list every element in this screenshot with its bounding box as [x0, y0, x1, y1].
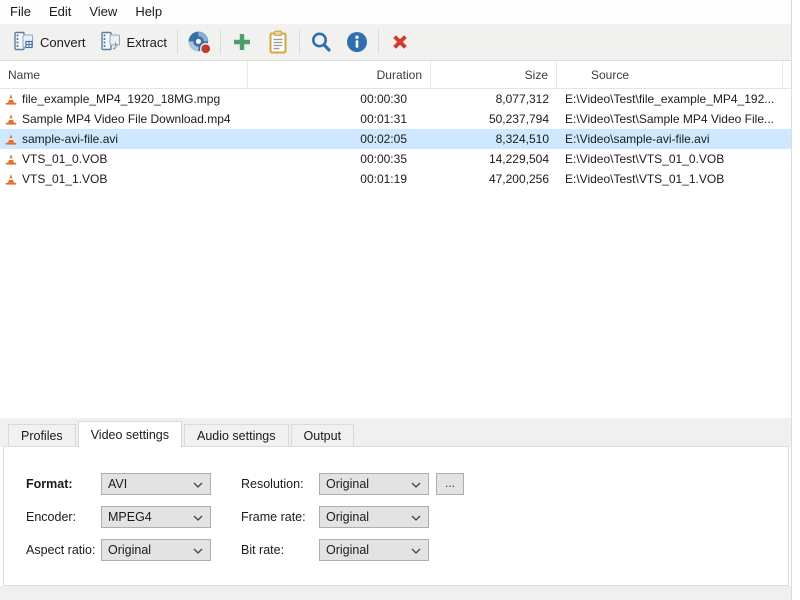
toolbar-separator [299, 30, 300, 54]
file-source: E:\Video\Test\Sample MP4 Video File... [565, 112, 774, 126]
tab-profiles[interactable]: Profiles [8, 424, 76, 447]
settings-tab-bar: Profiles Video settings Audio settings O… [0, 418, 791, 448]
menu-bar: File Edit View Help [0, 0, 791, 24]
file-name: Sample MP4 Video File Download.mp4 [22, 112, 231, 126]
extract-button[interactable]: ♪ Extract [93, 26, 174, 59]
tab-output[interactable]: Output [290, 424, 355, 447]
search-icon[interactable] [303, 27, 339, 57]
format-label: Format: [26, 477, 73, 491]
vlc-cone-icon [5, 133, 17, 146]
chevron-down-icon [193, 477, 203, 491]
menu-help[interactable]: Help [126, 0, 171, 24]
table-row[interactable]: VTS_01_0.VOB 00:00:35 14,229,504 E:\Vide… [0, 149, 791, 169]
frame-rate-select[interactable]: Original [319, 506, 429, 528]
resolution-label: Resolution: [241, 477, 304, 491]
file-duration: 00:01:31 [360, 112, 407, 126]
file-duration: 00:02:05 [360, 132, 407, 146]
remove-icon[interactable] [382, 27, 418, 57]
toolbar: Convert ♪ Extract [0, 24, 791, 61]
chevron-down-icon [411, 510, 421, 524]
file-size: 14,229,504 [488, 152, 549, 166]
paste-icon[interactable] [260, 27, 296, 57]
vlc-cone-icon [5, 153, 17, 166]
column-header-size[interactable]: Size [431, 61, 557, 88]
table-row[interactable]: file_example_MP4_1920_18MG.mpg 00:00:30 … [0, 89, 791, 109]
bit-rate-label: Bit rate: [241, 543, 285, 557]
aspect-ratio-label: Aspect ratio: [26, 543, 96, 557]
film-extract-icon: ♪ [100, 30, 122, 55]
disc-icon[interactable] [181, 27, 217, 57]
table-row[interactable]: Sample MP4 Video File Download.mp4 00:01… [0, 109, 791, 129]
table-row[interactable]: VTS_01_1.VOB 00:01:19 47,200,256 E:\Vide… [0, 169, 791, 189]
encoder-label: Encoder: [26, 510, 77, 524]
file-size: 8,324,510 [495, 132, 549, 146]
vlc-cone-icon [5, 93, 17, 106]
frame-rate-value: Original [326, 510, 370, 524]
column-header-duration[interactable]: Duration [248, 61, 431, 88]
table-row-selected[interactable]: sample-avi-file.avi 00:02:05 8,324,510 E… [0, 129, 791, 149]
chevron-down-icon [411, 477, 421, 491]
file-source: E:\Video\Test\file_example_MP4_192... [565, 92, 775, 106]
toolbar-separator [220, 30, 221, 54]
extract-button-label: Extract [126, 34, 167, 50]
column-header-filler [783, 61, 791, 88]
add-icon[interactable] [224, 27, 260, 57]
vlc-cone-icon [5, 113, 17, 126]
file-duration: 00:00:35 [360, 152, 407, 166]
menu-file[interactable]: File [1, 0, 40, 24]
resolution-more-button[interactable]: ... [436, 473, 464, 495]
file-name: VTS_01_0.VOB [22, 152, 108, 166]
column-header-source[interactable]: Source [557, 61, 783, 88]
toolbar-separator [177, 30, 178, 54]
app-window: File Edit View Help Convert ♪ Extract Na… [0, 0, 792, 600]
list-header: Name Duration Size Source [0, 61, 791, 89]
file-size: 50,237,794 [488, 112, 549, 126]
encoder-value: MPEG4 [108, 510, 152, 524]
file-source: E:\Video\sample-avi-file.avi [565, 132, 710, 146]
file-name: VTS_01_1.VOB [22, 172, 108, 186]
chevron-down-icon [193, 543, 203, 557]
tab-video-settings[interactable]: Video settings [77, 421, 182, 448]
file-list: Name Duration Size Source file_example_M… [0, 61, 791, 418]
file-duration: 00:01:19 [360, 172, 407, 186]
video-settings-panel: Format: AVI Resolution: Original ... Enc… [3, 446, 789, 586]
bit-rate-select[interactable]: Original [319, 539, 429, 561]
file-size: 47,200,256 [488, 172, 549, 186]
bit-rate-value: Original [326, 543, 370, 557]
film-convert-icon [13, 30, 35, 55]
aspect-ratio-select[interactable]: Original [101, 539, 211, 561]
resolution-value: Original [326, 477, 370, 491]
menu-view[interactable]: View [80, 0, 126, 24]
file-size: 8,077,312 [495, 92, 549, 106]
toolbar-separator [378, 30, 379, 54]
format-value: AVI [108, 477, 128, 491]
encoder-select[interactable]: MPEG4 [101, 506, 211, 528]
convert-button[interactable]: Convert [6, 26, 93, 59]
tab-audio-settings[interactable]: Audio settings [183, 424, 289, 447]
frame-rate-label: Frame rate: [241, 510, 306, 524]
format-select[interactable]: AVI [101, 473, 211, 495]
info-icon[interactable] [339, 27, 375, 57]
file-name: sample-avi-file.avi [22, 132, 119, 146]
column-header-name[interactable]: Name [0, 61, 248, 88]
vlc-cone-icon [5, 173, 17, 186]
resolution-select[interactable]: Original [319, 473, 429, 495]
chevron-down-icon [411, 543, 421, 557]
file-source: E:\Video\Test\VTS_01_0.VOB [565, 152, 725, 166]
aspect-ratio-value: Original [108, 543, 152, 557]
convert-button-label: Convert [40, 34, 86, 50]
file-name: file_example_MP4_1920_18MG.mpg [22, 92, 221, 106]
svg-text:♪: ♪ [112, 37, 119, 52]
chevron-down-icon [193, 510, 203, 524]
file-source: E:\Video\Test\VTS_01_1.VOB [565, 172, 725, 186]
menu-edit[interactable]: Edit [40, 0, 80, 24]
file-duration: 00:00:30 [360, 92, 407, 106]
status-bar [0, 586, 791, 600]
